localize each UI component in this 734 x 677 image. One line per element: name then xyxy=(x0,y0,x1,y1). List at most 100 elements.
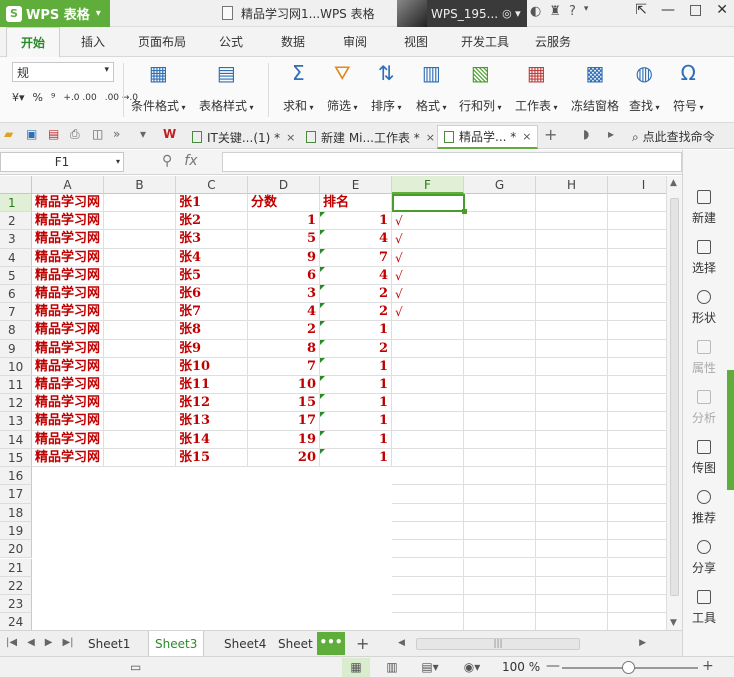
cell-b[interactable] xyxy=(104,522,176,540)
cell-h[interactable] xyxy=(536,339,608,358)
row-header[interactable]: 21 xyxy=(0,558,32,577)
row-header[interactable]: 7 xyxy=(0,303,32,322)
cell-d[interactable]: 20 xyxy=(248,448,320,467)
pdf-icon[interactable]: ▤ xyxy=(48,127,59,141)
panel-recommend[interactable]: 推荐 xyxy=(683,490,725,526)
document-tab[interactable]: 新建 Mi...工作表 * × xyxy=(300,125,441,149)
tab-insert[interactable]: 插入 xyxy=(81,33,105,50)
row-header[interactable]: 20 xyxy=(0,540,32,559)
cell-a[interactable]: 精品学习网 xyxy=(32,266,104,285)
cell-c[interactable]: 张10 xyxy=(176,357,248,376)
cell-c[interactable]: 张3 xyxy=(176,230,248,249)
table-style-button[interactable]: ▤ 表格样式 xyxy=(199,61,254,114)
normal-view-button[interactable]: ▦ xyxy=(342,658,370,677)
cell-d[interactable]: 2 xyxy=(248,321,320,340)
cell-i[interactable] xyxy=(608,212,666,231)
cell-a[interactable] xyxy=(32,613,104,630)
cell-f[interactable]: √ xyxy=(392,266,464,285)
cell-i[interactable] xyxy=(608,540,666,559)
cell-i[interactable] xyxy=(608,595,666,614)
column-header-h[interactable]: H xyxy=(536,176,608,194)
cell-g[interactable] xyxy=(464,248,536,267)
new-tab-icon[interactable]: + xyxy=(544,125,557,144)
cell-e[interactable] xyxy=(320,504,392,522)
cell-a[interactable]: 精品学习网 xyxy=(32,194,104,213)
row-header[interactable]: 5 xyxy=(0,266,32,285)
cell-e[interactable]: 4 xyxy=(320,230,392,249)
cell-h[interactable] xyxy=(536,248,608,267)
cell-h[interactable] xyxy=(536,357,608,376)
wps-menu-button[interactable]: S WPS 表格 ▾ xyxy=(0,0,110,27)
cell-b[interactable] xyxy=(104,595,176,613)
cell-i[interactable] xyxy=(608,613,666,630)
cell-e[interactable]: 1 xyxy=(320,321,392,340)
skin-icon[interactable]: ◐ xyxy=(530,4,541,19)
cell-a[interactable] xyxy=(32,522,104,540)
cell-b[interactable] xyxy=(104,303,176,322)
sort-button[interactable]: ⇅ 排序 xyxy=(371,61,402,114)
cell-c[interactable] xyxy=(176,540,248,558)
column-header-g[interactable]: G xyxy=(464,176,536,194)
row-header[interactable]: 11 xyxy=(0,376,32,395)
cell-c[interactable]: 张2 xyxy=(176,212,248,231)
cell-a[interactable]: 精品学习网 xyxy=(32,376,104,395)
column-header-b[interactable]: B xyxy=(104,176,176,194)
cell-c[interactable] xyxy=(176,577,248,595)
cell-i[interactable] xyxy=(608,467,666,486)
cell-h[interactable] xyxy=(536,321,608,340)
cell-d[interactable]: 5 xyxy=(248,230,320,249)
close-button[interactable]: ✕ xyxy=(716,2,728,18)
panel-analysis[interactable]: 分析 xyxy=(683,390,725,426)
cell-f[interactable] xyxy=(392,503,464,522)
cell-b[interactable] xyxy=(104,376,176,395)
cell-h[interactable] xyxy=(536,595,608,614)
row-header[interactable]: 4 xyxy=(0,248,32,267)
cell-c[interactable]: 张1 xyxy=(176,194,248,213)
zoom-icon[interactable]: ⚲ xyxy=(162,153,172,169)
row-header[interactable]: 2 xyxy=(0,212,32,231)
cell-d[interactable]: 8 xyxy=(248,339,320,358)
cell-i[interactable] xyxy=(608,431,666,449)
column-header-d[interactable]: D xyxy=(248,176,320,194)
zoom-out-button[interactable]: — xyxy=(546,658,560,674)
panel-tools[interactable]: 工具 xyxy=(683,590,725,626)
cell-c[interactable]: 张4 xyxy=(176,248,248,267)
thousands-button[interactable]: ⁹ xyxy=(51,91,55,104)
cell-i[interactable] xyxy=(608,340,666,358)
cell-f[interactable] xyxy=(392,576,464,596)
cell-f[interactable] xyxy=(392,376,464,395)
cell-h[interactable] xyxy=(536,230,608,249)
cell-a[interactable]: 精品学习网 xyxy=(32,394,104,413)
horizontal-scrollbar[interactable]: ◀ ||| ▶ xyxy=(398,638,646,650)
row-header[interactable]: 23 xyxy=(0,595,32,614)
cell-a[interactable]: 精品学习网 xyxy=(32,321,104,340)
vertical-scrollbar[interactable]: ▲ ▼ xyxy=(666,176,682,630)
first-sheet-icon[interactable]: |◀ xyxy=(6,637,17,648)
cell-f[interactable] xyxy=(392,412,464,431)
tab-home[interactable]: 开始 xyxy=(6,27,61,57)
cell-d[interactable]: 4 xyxy=(248,303,320,322)
cell-h[interactable] xyxy=(536,430,608,449)
row-header[interactable]: 6 xyxy=(0,285,32,304)
cell-d[interactable] xyxy=(248,540,320,558)
scroll-left-icon[interactable]: ◀ xyxy=(398,638,405,648)
cell-g[interactable] xyxy=(464,521,536,541)
reading-layout-button[interactable]: ▤▾ xyxy=(416,658,444,677)
cell-b[interactable] xyxy=(104,339,176,358)
row-header[interactable]: 22 xyxy=(0,576,32,596)
cell-d[interactable] xyxy=(248,522,320,540)
cell-d[interactable]: 1 xyxy=(248,212,320,231)
cell-a[interactable]: 精品学习网 xyxy=(32,448,104,467)
column-header-f[interactable]: F xyxy=(392,176,464,194)
cell-b[interactable] xyxy=(104,194,176,213)
cell-d[interactable] xyxy=(248,613,320,630)
cell-g[interactable] xyxy=(464,595,536,614)
save-icon[interactable]: ▣ xyxy=(26,127,37,141)
spreadsheet-grid[interactable]: A B C D E F G H I 1 精品学习网 张1 分数 排名 2 精品学习网 张2 1 1… xyxy=(0,176,666,630)
cell-a[interactable]: 精品学习网 xyxy=(32,412,104,431)
cell-c[interactable] xyxy=(176,613,248,630)
cell-a[interactable] xyxy=(32,485,104,503)
cell-d[interactable]: 15 xyxy=(248,394,320,413)
cell-g[interactable] xyxy=(464,576,536,596)
cell-h[interactable] xyxy=(536,503,608,522)
